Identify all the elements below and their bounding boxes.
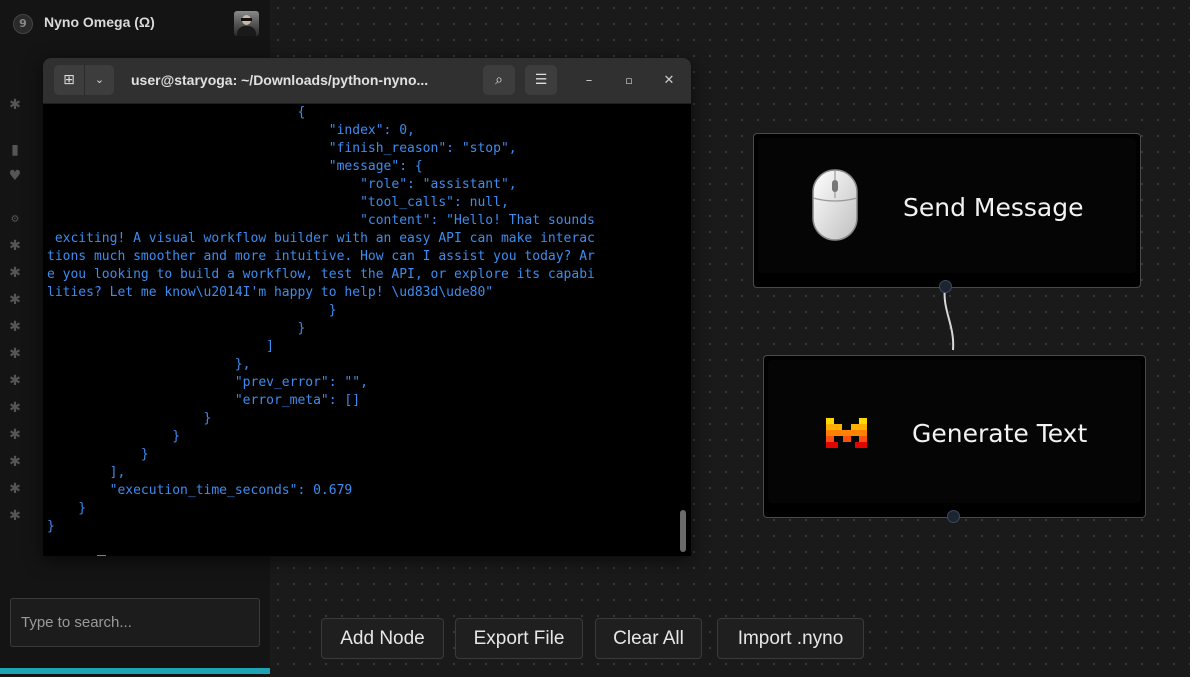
- puzzle-icon[interactable]: ✱: [5, 372, 25, 390]
- terminal-line: ],: [47, 465, 126, 480]
- terminal-output[interactable]: { "index": 0, "finish_reason": "stop", "…: [47, 104, 677, 556]
- node-send-message[interactable]: Send Message: [753, 133, 1141, 288]
- puzzle-icon[interactable]: ✱: [5, 237, 25, 255]
- node-label: Generate Text: [912, 419, 1088, 448]
- new-tab-button[interactable]: ⊞: [54, 65, 85, 95]
- node-connection-edge: [943, 286, 955, 351]
- puzzle-icon[interactable]: ✱: [5, 264, 25, 282]
- terminal-line: tions much smoother and more intuitive. …: [47, 249, 595, 264]
- terminal-line: "tool_calls": null,: [47, 195, 509, 210]
- terminal-line: "finish_reason": "stop",: [47, 141, 517, 156]
- terminal-line: lities? Let me know\u2014I'm happy to he…: [47, 285, 494, 300]
- import-nyno-button[interactable]: Import .nyno: [717, 618, 864, 659]
- minimize-icon[interactable]: –: [580, 72, 598, 90]
- terminal-scrollbar[interactable]: [680, 510, 686, 552]
- gear-icon[interactable]: ⚙: [5, 211, 25, 229]
- chevron-down-icon[interactable]: ⌄: [85, 65, 114, 95]
- search-input[interactable]: [10, 598, 260, 647]
- terminal-line: exciting! A visual workflow builder with…: [47, 231, 595, 246]
- node-output-handle[interactable]: [939, 280, 952, 293]
- terminal-line: }: [47, 501, 87, 516]
- puzzle-icon[interactable]: ✱: [5, 96, 25, 114]
- database-icon[interactable]: ▮: [5, 141, 25, 159]
- terminal-line: e you looking to build a workflow, test …: [47, 267, 595, 282]
- add-node-button[interactable]: Add Node: [321, 618, 444, 659]
- terminal-line: },: [47, 357, 251, 372]
- puzzle-icon[interactable]: ✱: [5, 507, 25, 525]
- close-icon[interactable]: ✕: [660, 72, 678, 90]
- terminal-line: ]: [47, 339, 274, 354]
- puzzle-icon[interactable]: ✱: [5, 318, 25, 336]
- puzzle-icon[interactable]: ✱: [5, 453, 25, 471]
- terminal-line: "content": "Hello! That sounds: [47, 213, 595, 228]
- terminal-line: }: [47, 429, 181, 444]
- terminal-line: "message": {: [47, 159, 423, 174]
- sidebar-header: 9 Nyno Omega (Ω): [0, 0, 270, 46]
- terminal-line: }: [47, 447, 149, 462]
- terminal-window[interactable]: ⊞ ⌄ user@staryoga: ~/Downloads/python-ny…: [43, 58, 691, 556]
- terminal-title: user@staryoga: ~/Downloads/python-nyno..…: [131, 72, 429, 88]
- terminal-line: "execution_time_seconds": 0.679: [47, 483, 353, 498]
- puzzle-icon[interactable]: ✱: [5, 345, 25, 363]
- terminal-line: "role": "assistant",: [47, 177, 517, 192]
- heart-icon[interactable]: ♥: [5, 167, 25, 185]
- app-logo-icon: 9: [13, 14, 33, 34]
- terminal-prompt: $: [78, 555, 94, 556]
- terminal-line: }: [47, 519, 55, 534]
- terminal-line: {: [47, 105, 306, 120]
- terminal-titlebar[interactable]: ⊞ ⌄ user@staryoga: ~/Downloads/python-ny…: [43, 58, 691, 104]
- progress-bar-fill: [0, 668, 270, 674]
- puzzle-icon[interactable]: ✱: [5, 291, 25, 309]
- progress-bar: [0, 668, 270, 674]
- terminal-prompt-line[interactable]: $: [47, 536, 106, 556]
- node-label: Send Message: [903, 193, 1084, 222]
- node-output-handle[interactable]: [947, 510, 960, 523]
- export-file-button[interactable]: Export File: [455, 618, 583, 659]
- puzzle-icon[interactable]: ✱: [5, 480, 25, 498]
- mistral-logo-icon: [826, 418, 867, 448]
- menu-icon[interactable]: ☰: [525, 65, 557, 95]
- terminal-cursor: [96, 554, 106, 556]
- terminal-line: "error_meta": []: [47, 393, 361, 408]
- terminal-line: }: [47, 303, 337, 318]
- mouse-icon: [812, 169, 858, 241]
- terminal-line: }: [47, 411, 212, 426]
- avatar[interactable]: [234, 11, 259, 36]
- maximize-icon[interactable]: ▫: [620, 72, 638, 90]
- terminal-line: "index": 0,: [47, 123, 415, 138]
- puzzle-icon[interactable]: ✱: [5, 399, 25, 417]
- app-title: Nyno Omega (Ω): [44, 14, 155, 30]
- node-generate-text[interactable]: Generate Text: [763, 355, 1146, 518]
- clear-all-button[interactable]: Clear All: [595, 618, 702, 659]
- terminal-line: }: [47, 321, 306, 336]
- new-tab-button-group: ⊞ ⌄: [54, 65, 114, 95]
- puzzle-icon[interactable]: ✱: [5, 426, 25, 444]
- search-icon[interactable]: ⌕: [483, 65, 515, 95]
- terminal-line: "prev_error": "",: [47, 375, 368, 390]
